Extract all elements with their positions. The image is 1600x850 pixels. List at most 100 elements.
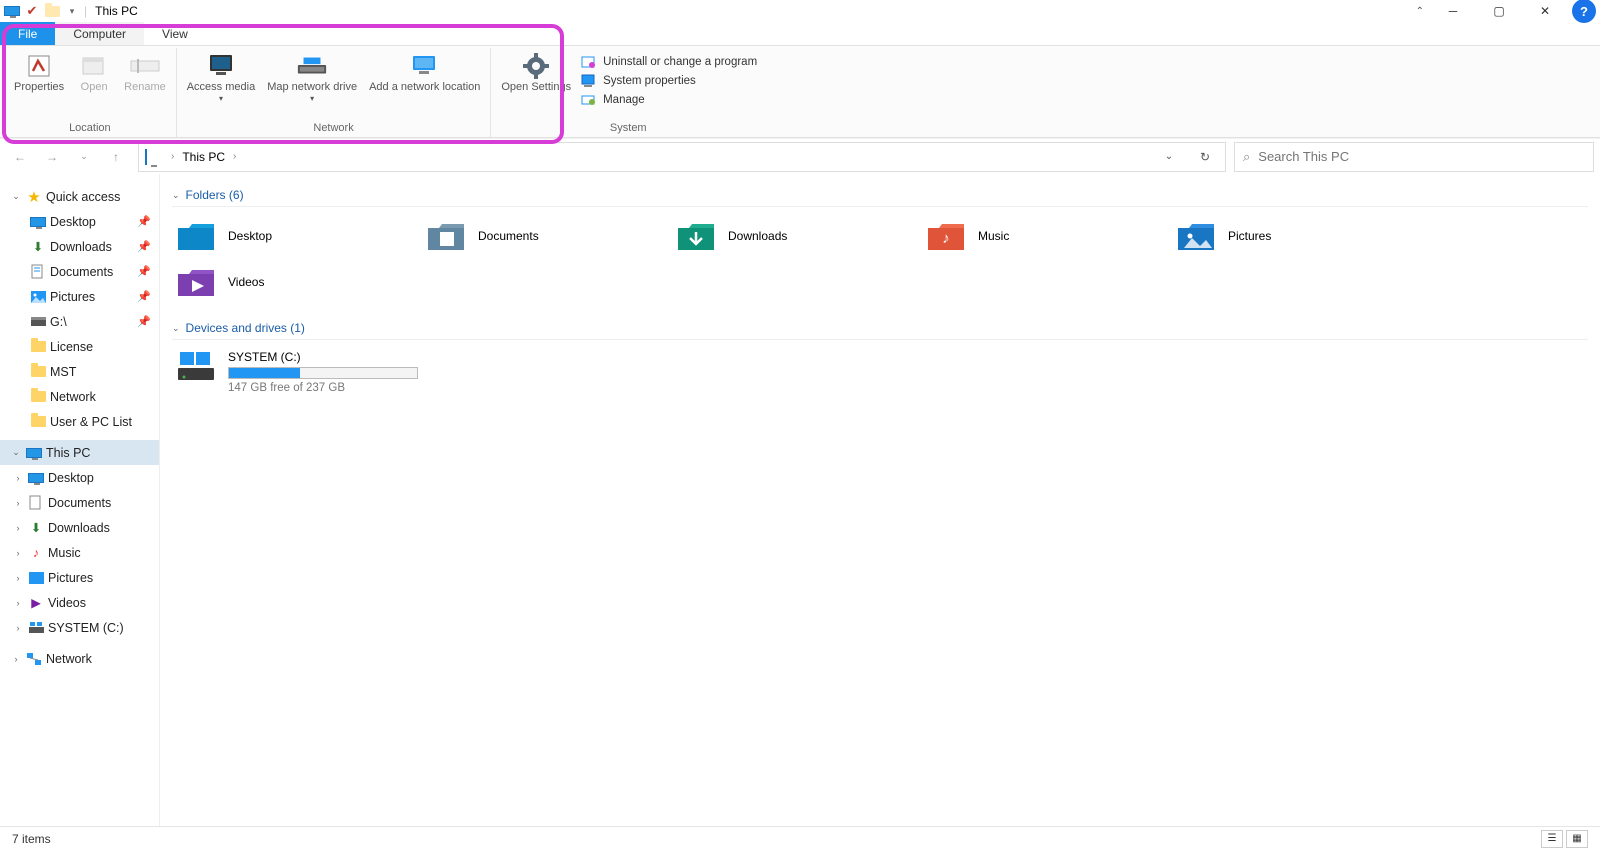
chevron-right-icon[interactable]: › (12, 573, 24, 583)
tree-license[interactable]: License (0, 334, 159, 359)
music-folder-icon: ♪ (926, 219, 966, 253)
tree-userpc[interactable]: User & PC List (0, 409, 159, 434)
tree-pictures[interactable]: Pictures📌 (0, 284, 159, 309)
pictures-folder-icon (1176, 219, 1216, 253)
tree-network-folder[interactable]: Network (0, 384, 159, 409)
folder-pictures[interactable]: Pictures (1172, 213, 1422, 259)
rename-button[interactable]: Rename (120, 50, 170, 96)
access-media-button[interactable]: Access media ▾ (183, 50, 259, 105)
open-settings-button[interactable]: Open Settings (497, 50, 575, 96)
nav-recent-dropdown[interactable]: ⌄ (70, 143, 98, 171)
folder-icon (30, 414, 46, 430)
view-tiles-button[interactable]: ▦ (1566, 830, 1588, 848)
pin-icon: 📌 (137, 240, 151, 253)
tree-pc-videos[interactable]: ›▶Videos (0, 590, 159, 615)
properties-icon (23, 52, 55, 80)
system-properties-icon (581, 74, 597, 88)
nav-up-button[interactable]: ↑ (102, 143, 130, 171)
tree-this-pc[interactable]: ⌄ This PC (0, 440, 159, 465)
network-icon (26, 651, 42, 667)
folder-music[interactable]: ♪ Music (922, 213, 1172, 259)
breadcrumb-separator-icon[interactable]: › (233, 151, 236, 162)
tree-pc-documents[interactable]: ›Documents (0, 490, 159, 515)
drive-icon (176, 350, 216, 384)
close-button[interactable]: ✕ (1522, 0, 1568, 22)
refresh-button[interactable]: ↻ (1191, 143, 1219, 171)
chevron-right-icon[interactable]: › (12, 498, 24, 508)
drive-system-c[interactable]: SYSTEM (C:) 147 GB free of 237 GB (172, 346, 1588, 398)
search-icon: ⌕ (1243, 149, 1250, 165)
chevron-down-icon: ⌄ (172, 323, 180, 334)
search-input[interactable] (1258, 149, 1585, 164)
tree-pc-downloads[interactable]: ›⬇Downloads (0, 515, 159, 540)
downloads-folder-icon (676, 219, 716, 253)
help-button[interactable]: ? (1572, 0, 1596, 23)
tree-pc-music[interactable]: ›♪Music (0, 540, 159, 565)
svg-text:♪: ♪ (942, 230, 950, 247)
chevron-right-icon[interactable]: › (12, 623, 24, 633)
folder-downloads[interactable]: Downloads (672, 213, 922, 259)
address-pc-icon (145, 150, 163, 164)
folder-videos[interactable]: Videos (172, 259, 422, 305)
manage-button[interactable]: Manage (579, 92, 759, 108)
qat-folder-icon[interactable] (44, 3, 60, 19)
tree-mst[interactable]: MST (0, 359, 159, 384)
add-location-icon (409, 52, 441, 80)
drive-usage-bar (228, 367, 418, 379)
map-network-drive-button[interactable]: Map network drive ▾ (263, 50, 361, 105)
tree-pc-desktop[interactable]: ›Desktop (0, 465, 159, 490)
folder-icon (30, 389, 46, 405)
tree-gdrive[interactable]: G:\📌 (0, 309, 159, 334)
minimize-button[interactable]: ─ (1430, 0, 1476, 22)
breadcrumb-location[interactable]: This PC (182, 150, 225, 164)
content-pane: ⌄ Folders (6) Desktop Documents Download… (160, 174, 1600, 826)
tree-pc-system-drive[interactable]: ›SYSTEM (C:) (0, 615, 159, 640)
chevron-right-icon[interactable]: › (12, 598, 24, 608)
folder-icon (30, 364, 46, 380)
tree-pc-pictures[interactable]: ›Pictures (0, 565, 159, 590)
ribbon-group-network: Access media ▾ Map network drive ▾ Add a… (177, 48, 492, 137)
system-properties-button[interactable]: System properties (579, 73, 759, 89)
nav-back-button[interactable]: ← (6, 143, 34, 171)
address-bar[interactable]: › This PC › ⌄ ↻ (138, 142, 1226, 172)
tab-file[interactable]: File (0, 22, 55, 45)
chevron-down-icon[interactable]: ⌄ (10, 191, 22, 202)
group-label-location: Location (69, 120, 111, 137)
folder-desktop[interactable]: Desktop (172, 213, 422, 259)
pictures-icon (28, 570, 44, 586)
breadcrumb-separator-icon: › (171, 151, 174, 162)
open-icon (78, 52, 110, 80)
pin-icon: 📌 (137, 290, 151, 303)
folder-documents[interactable]: Documents (422, 213, 672, 259)
chevron-right-icon[interactable]: › (12, 523, 24, 533)
uninstall-program-button[interactable]: Uninstall or change a program (579, 54, 759, 70)
tree-downloads[interactable]: ⬇Downloads📌 (0, 234, 159, 259)
tab-computer[interactable]: Computer (55, 22, 144, 45)
section-folders-header[interactable]: ⌄ Folders (6) (172, 184, 1588, 207)
section-drives-header[interactable]: ⌄ Devices and drives (1) (172, 317, 1588, 340)
chevron-right-icon[interactable]: › (12, 548, 24, 558)
search-box[interactable]: ⌕ (1234, 142, 1594, 172)
tree-desktop[interactable]: Desktop📌 (0, 209, 159, 234)
tab-view[interactable]: View (144, 22, 206, 45)
tree-documents[interactable]: Documents📌 (0, 259, 159, 284)
pin-icon: 📌 (137, 315, 151, 328)
tree-network[interactable]: › Network (0, 646, 159, 671)
address-dropdown-icon[interactable]: ⌄ (1155, 143, 1183, 171)
properties-button[interactable]: Properties (10, 50, 68, 96)
chevron-right-icon[interactable]: › (12, 473, 24, 483)
add-network-location-button[interactable]: Add a network location (365, 50, 484, 96)
ribbon-collapse-icon[interactable]: ⌃ (1410, 6, 1430, 17)
chevron-down-icon[interactable]: ⌄ (10, 447, 22, 458)
desktop-icon (28, 470, 44, 486)
tree-quick-access[interactable]: ⌄ ★ Quick access (0, 184, 159, 209)
maximize-button[interactable]: ▢ (1476, 0, 1522, 22)
chevron-right-icon[interactable]: › (10, 654, 22, 664)
group-label-system: System (610, 120, 647, 137)
star-icon: ★ (26, 189, 42, 205)
qat-properties-icon[interactable]: ✔ (24, 3, 40, 19)
nav-forward-button[interactable]: → (38, 143, 66, 171)
open-button[interactable]: Open (72, 50, 116, 96)
qat-dropdown-icon[interactable]: ▾ (64, 3, 80, 19)
view-details-button[interactable]: ☰ (1541, 830, 1563, 848)
